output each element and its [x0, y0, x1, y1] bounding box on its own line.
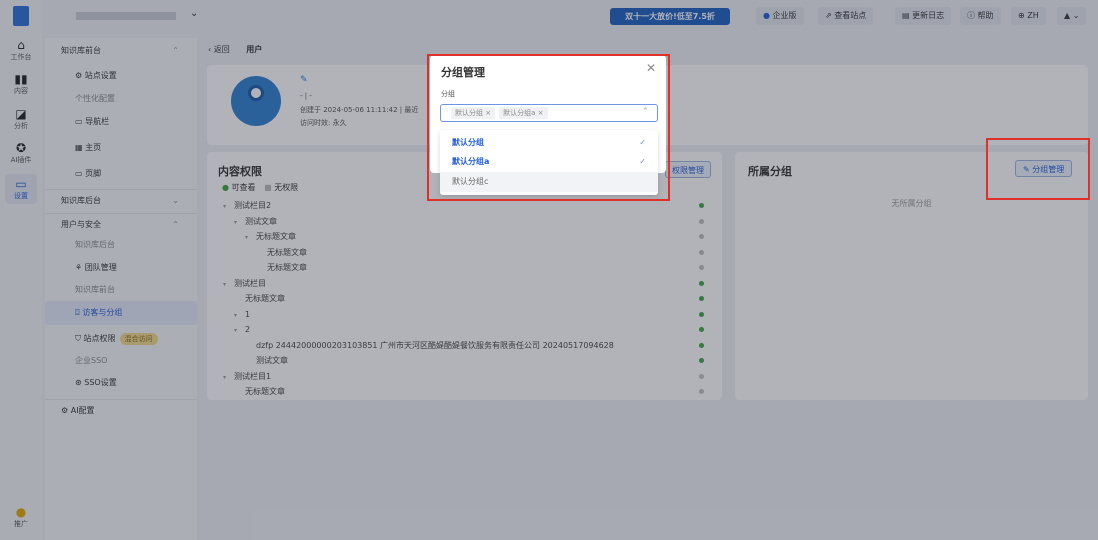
highlight-box-group-button [986, 138, 1090, 200]
highlight-box-modal [427, 54, 670, 201]
